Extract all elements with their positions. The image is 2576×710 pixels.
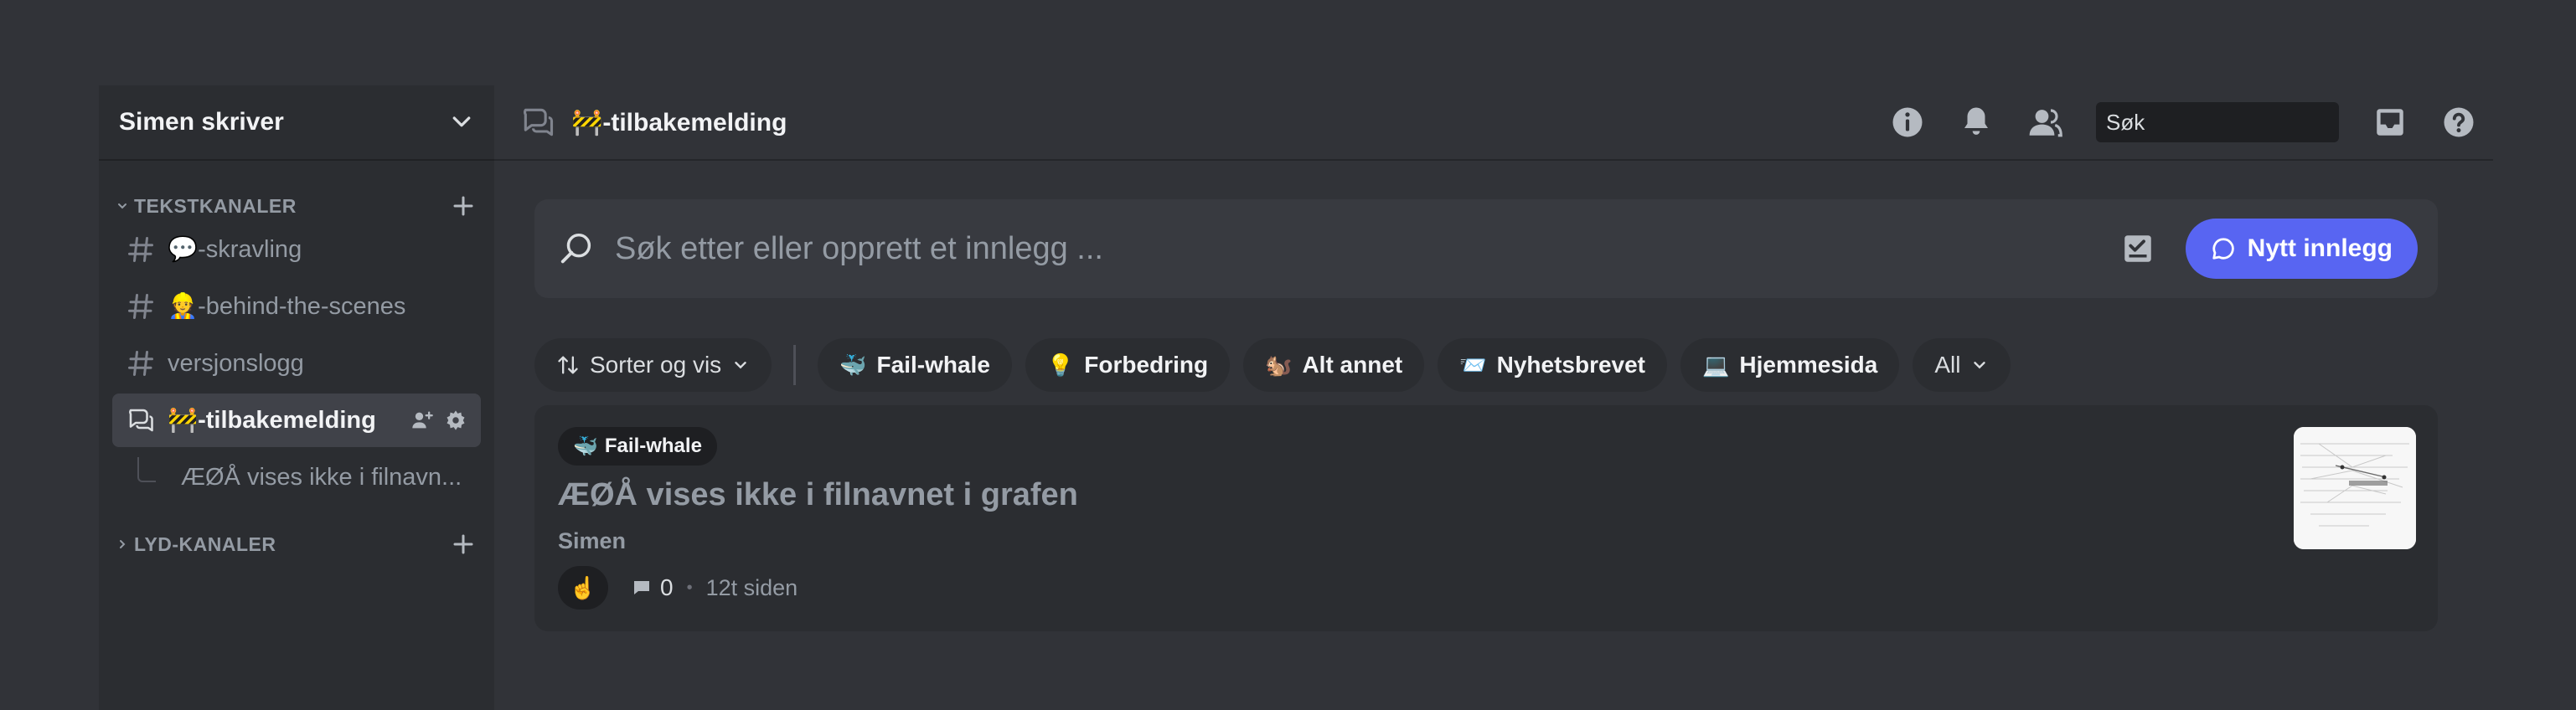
- channel-title: 🚧-tilbakemelding: [571, 108, 787, 136]
- inbox-icon[interactable]: [2372, 105, 2408, 140]
- post-author: Simen: [558, 528, 627, 553]
- category-name: LYD-KANALER: [134, 532, 276, 555]
- chat-bubble-icon: [2212, 238, 2234, 260]
- tag-filter-nyhetsbrevet[interactable]: 📨 Nyhetsbrevet: [1438, 338, 1667, 392]
- graph-thumbnail-image: [2294, 427, 2416, 549]
- post-timestamp: 12t siden: [705, 574, 798, 600]
- chevron-down-icon: [452, 116, 471, 127]
- tag-filter-fail-whale[interactable]: 🐳 Fail-whale: [818, 338, 1012, 392]
- post-search-input[interactable]: [615, 230, 2120, 267]
- computer-icon: 💻: [1702, 352, 1730, 378]
- whale-icon: 🐳: [573, 435, 598, 458]
- reply-count: 0: [632, 574, 674, 601]
- channel-label: 👷-behind-the-scenes: [168, 293, 406, 320]
- all-label: All: [1934, 352, 1961, 378]
- forum-icon: [524, 108, 554, 136]
- post-search-bar[interactable]: Nytt innlegg: [534, 199, 2438, 298]
- all-tags-dropdown[interactable]: All: [1913, 338, 2011, 392]
- filter-row: Sorter og vis 🐳 Fail-whale 💡 Forbedring …: [534, 338, 2438, 392]
- new-post-button[interactable]: Nytt innlegg: [2185, 219, 2418, 279]
- category-voice-channels[interactable]: LYD-KANALER: [112, 527, 481, 561]
- thread-label: ÆØÅ vises ikke i filnavn...: [181, 463, 462, 491]
- tag-filter-alt-annet[interactable]: 🐿️ Alt annet: [1243, 338, 1425, 392]
- hashtag-icon: [128, 351, 153, 376]
- new-post-label: Nytt innlegg: [2247, 234, 2393, 262]
- tasks-icon[interactable]: [2120, 231, 2155, 266]
- search-input[interactable]: [2106, 109, 2387, 136]
- tag-label: Hjemmesida: [1739, 352, 1878, 378]
- chevron-down-icon: [118, 203, 126, 209]
- hashtag-icon: [128, 294, 153, 319]
- add-channel-icon[interactable]: [451, 193, 476, 219]
- post-thumbnail[interactable]: [2294, 427, 2416, 549]
- channel-skravling[interactable]: 💬-skravling: [112, 223, 481, 276]
- sort-label: Sorter og vis: [590, 352, 722, 378]
- server-header[interactable]: Simen skriver: [99, 85, 494, 159]
- category-name: TEKSTKANALER: [134, 194, 297, 217]
- gear-icon[interactable]: [444, 409, 467, 432]
- channel-sidebar: Simen skriver TEKSTKANALER 💬-skravling 👷…: [99, 85, 494, 710]
- tag-label: Forbedring: [1084, 352, 1209, 378]
- help-icon[interactable]: [2441, 105, 2476, 140]
- thread-item[interactable]: ÆØÅ vises ikke i filnavn...: [112, 450, 481, 504]
- envelope-icon: 📨: [1459, 352, 1487, 378]
- squirrel-icon: 🐿️: [1265, 352, 1293, 378]
- channel-topbar: 🚧-tilbakemelding: [494, 85, 2493, 159]
- members-icon[interactable]: [2027, 105, 2062, 140]
- thread-spine: [137, 457, 156, 482]
- separator-dot: •: [686, 578, 693, 597]
- channel-behind-the-scenes[interactable]: 👷-behind-the-scenes: [112, 280, 481, 333]
- tag-label: Fail-whale: [876, 352, 990, 378]
- sort-icon: [558, 356, 578, 374]
- whale-icon: 🐳: [839, 352, 867, 378]
- tag-filter-forbedring[interactable]: 💡 Forbedring: [1025, 338, 1231, 392]
- server-name: Simen skriver: [119, 108, 284, 136]
- reply-count-value: 0: [660, 574, 674, 600]
- post-title: ÆØÅ vises ikke i filnavnet i grafen: [558, 477, 1078, 512]
- app-window: Simen skriver TEKSTKANALER 💬-skravling 👷…: [99, 85, 2493, 710]
- invite-user-icon[interactable]: [410, 409, 434, 432]
- post-tag-label: Fail-whale: [604, 435, 702, 457]
- sort-and-view-button[interactable]: Sorter og vis: [534, 338, 772, 392]
- chevron-right-icon: [120, 540, 126, 548]
- search-icon: [560, 233, 591, 264]
- forum-post-card[interactable]: 🐳 Fail-whale ÆØÅ vises ikke i filnavnet …: [534, 405, 2438, 631]
- forum-main: 🚧-tilbakemelding Nytt inn: [494, 85, 2493, 710]
- search-field[interactable]: [2096, 102, 2387, 142]
- hashtag-icon: [128, 237, 153, 262]
- forum-icon: [129, 409, 153, 432]
- channel-label: 💬-skravling: [168, 236, 302, 263]
- bell-icon[interactable]: [1959, 105, 1994, 140]
- message-icon: [634, 581, 649, 594]
- tag-label: Alt annet: [1302, 352, 1403, 378]
- lightbulb-icon: 💡: [1046, 352, 1075, 378]
- post-meta: ☝️ 0 • 12t siden: [558, 566, 2414, 610]
- tag-label: Nyhetsbrevet: [1496, 352, 1645, 378]
- forum-content: Nytt innlegg Sorter og vis 🐳 Fail-whale …: [494, 159, 2493, 631]
- reaction-button[interactable]: ☝️: [558, 566, 608, 610]
- category-text-channels[interactable]: TEKSTKANALER: [112, 189, 481, 223]
- info-icon[interactable]: [1890, 105, 1925, 140]
- pointing-up-icon: ☝️: [569, 574, 597, 600]
- chevron-down-icon: [1974, 362, 1986, 369]
- channel-tilbakemelding[interactable]: 🚧-tilbakemelding: [112, 394, 481, 447]
- chevron-down-icon: [735, 362, 746, 369]
- add-channel-icon[interactable]: [451, 532, 476, 557]
- post-tag: 🐳 Fail-whale: [558, 427, 717, 466]
- channel-label: versjonslogg: [168, 349, 304, 377]
- tag-filter-hjemmesida[interactable]: 💻 Hjemmesida: [1680, 338, 1900, 392]
- channel-label: 🚧-tilbakemelding: [168, 407, 376, 434]
- filter-divider: [793, 345, 797, 385]
- channel-versjonslogg[interactable]: versjonslogg: [112, 337, 481, 390]
- channel-list: TEKSTKANALER 💬-skravling 👷-behind-the-sc…: [99, 159, 494, 561]
